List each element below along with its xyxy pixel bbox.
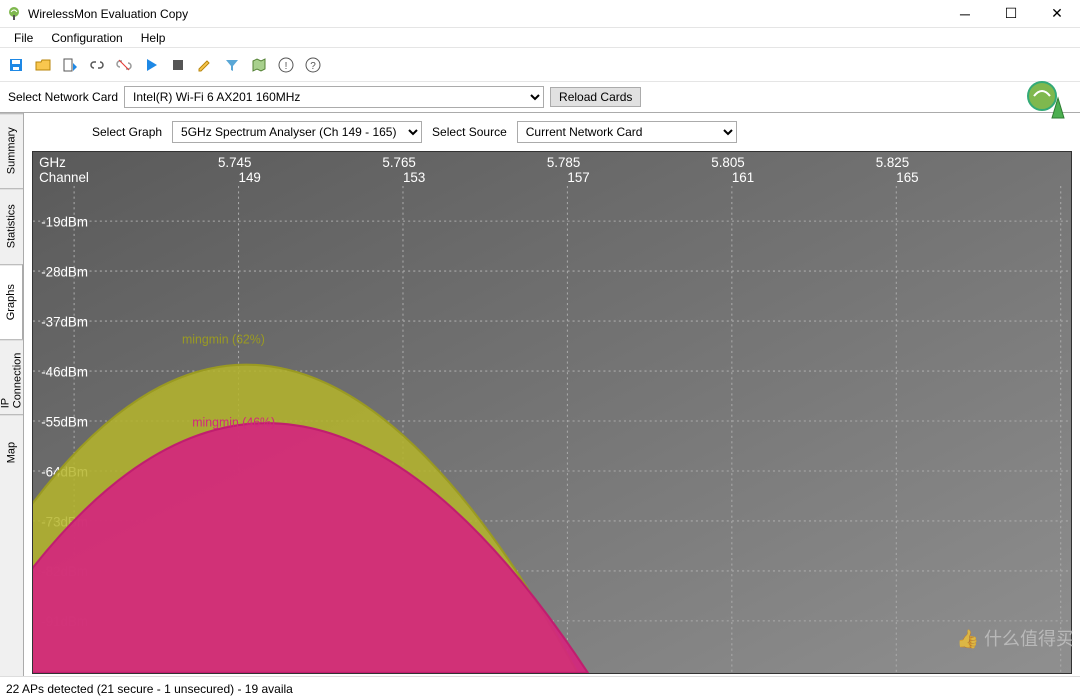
maximize-button[interactable]: ☐ [988, 0, 1034, 28]
minimize-button[interactable]: ─ [942, 0, 988, 28]
menu-file[interactable]: File [6, 29, 41, 47]
svg-text:-37dBm: -37dBm [41, 314, 88, 329]
tab-summary[interactable]: Summary [0, 113, 23, 188]
open-icon[interactable] [31, 53, 55, 77]
svg-text:5.745: 5.745 [218, 155, 251, 170]
status-text: 22 APs detected (21 secure - 1 unsecured… [6, 682, 293, 696]
svg-text:153: 153 [403, 170, 425, 185]
svg-text:-55dBm: -55dBm [41, 414, 88, 429]
tab-graphs[interactable]: Graphs [0, 264, 23, 339]
svg-text:157: 157 [567, 170, 589, 185]
svg-text:5.785: 5.785 [547, 155, 580, 170]
window-title: WirelessMon Evaluation Copy [28, 7, 942, 21]
svg-text:161: 161 [732, 170, 754, 185]
map-icon[interactable] [247, 53, 271, 77]
app-logo-icon [1024, 78, 1068, 122]
svg-text:-46dBm: -46dBm [41, 364, 88, 379]
menu-configuration[interactable]: Configuration [43, 29, 130, 47]
select-graph-dropdown[interactable]: 5GHz Spectrum Analyser (Ch 149 - 165) [172, 121, 422, 143]
link-icon[interactable] [85, 53, 109, 77]
select-card-label: Select Network Card [8, 90, 118, 104]
svg-text:5.825: 5.825 [876, 155, 909, 170]
spectrum-chart: GHz Channel 5.745 149 5.765 153 5.785 15… [32, 151, 1072, 674]
stop-icon[interactable] [166, 53, 190, 77]
svg-text:mingmin (46%): mingmin (46%) [192, 415, 275, 429]
svg-text:?: ? [310, 61, 316, 72]
tab-statistics[interactable]: Statistics [0, 188, 23, 263]
svg-text:-19dBm: -19dBm [41, 214, 88, 229]
network-card-select[interactable]: Intel(R) Wi-Fi 6 AX201 160MHz [124, 86, 544, 108]
tab-ip-connection[interactable]: IP Connection [0, 339, 23, 414]
select-graph-label: Select Graph [92, 125, 162, 139]
reload-cards-button[interactable]: Reload Cards [550, 87, 641, 107]
play-icon[interactable] [139, 53, 163, 77]
app-icon [6, 6, 22, 22]
menu-help[interactable]: Help [133, 29, 174, 47]
svg-text:-28dBm: -28dBm [41, 264, 88, 279]
help-icon[interactable]: ? [301, 53, 325, 77]
svg-text:165: 165 [896, 170, 918, 185]
svg-text:Channel: Channel [39, 170, 89, 185]
log-icon[interactable] [58, 53, 82, 77]
select-source-label: Select Source [432, 125, 507, 139]
close-button[interactable]: ✕ [1034, 0, 1080, 28]
svg-text:mingmin (62%): mingmin (62%) [182, 332, 265, 346]
svg-text:5.765: 5.765 [382, 155, 415, 170]
edit-icon[interactable] [193, 53, 217, 77]
svg-text:!: ! [285, 61, 288, 72]
filter-icon[interactable] [220, 53, 244, 77]
svg-text:149: 149 [239, 170, 261, 185]
save-icon[interactable] [4, 53, 28, 77]
svg-text:5.805: 5.805 [711, 155, 744, 170]
svg-text:GHz: GHz [39, 155, 66, 170]
unlink-icon[interactable] [112, 53, 136, 77]
info-icon[interactable]: ! [274, 53, 298, 77]
select-source-dropdown[interactable]: Current Network Card [517, 121, 737, 143]
tab-map[interactable]: Map [0, 414, 23, 489]
